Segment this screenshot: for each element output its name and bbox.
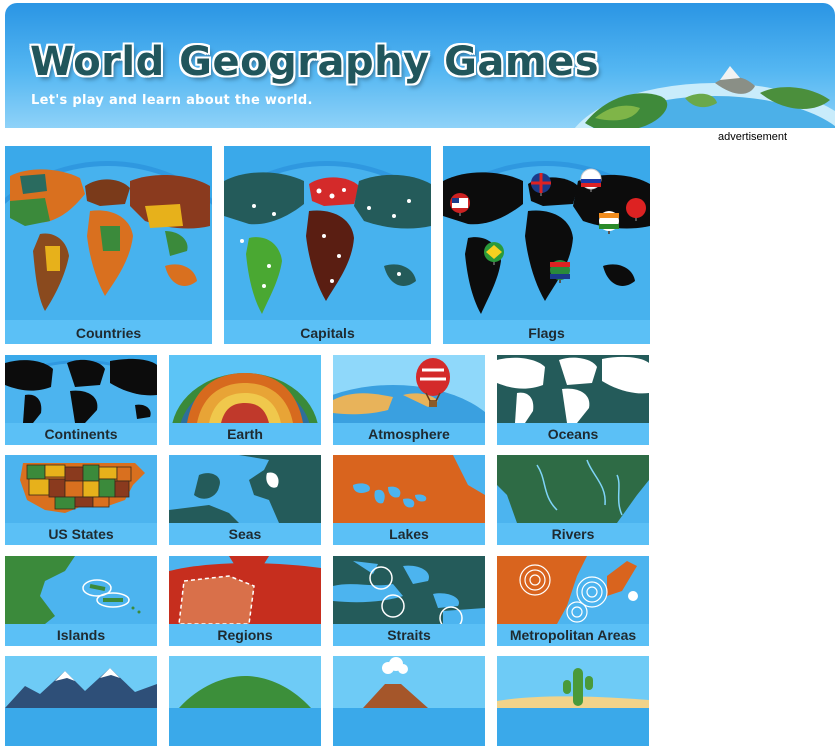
world-countries-map-icon [5,161,212,320]
continents-map-icon [5,358,157,423]
lakes-map-icon [333,455,485,523]
game-tile-countries[interactable]: Countries [5,146,212,344]
hills-icon [169,656,321,708]
us-states-map-icon [5,455,157,523]
site-title[interactable]: World Geography Games [30,39,599,85]
game-tile-lakes[interactable]: Lakes [333,455,485,545]
straits-map-icon [333,556,485,624]
game-tile-label: Countries [5,320,212,344]
game-tile-us-states[interactable]: US States [5,455,157,545]
game-tile-label: Regions [169,624,321,646]
game-tile-label: Atmosphere [333,423,485,445]
game-tile-mountains[interactable] [5,656,157,746]
game-tile-capitals[interactable]: Capitals [224,146,431,344]
world-flags-map-icon [443,161,650,320]
site-tagline: Let's play and learn about the world. [31,93,313,108]
regions-map-icon [169,556,321,624]
advertisement-label: advertisement [718,131,788,143]
game-tile-label: US States [5,523,157,545]
metropolitan-areas-map-icon [497,556,649,624]
game-tile-label: Oceans [497,423,649,445]
game-tile-oceans[interactable]: Oceans [497,355,649,445]
islands-map-icon [5,556,157,624]
game-tile-label: Rivers [497,523,649,545]
game-tile-islands[interactable]: Islands [5,556,157,646]
rivers-map-icon [497,455,649,523]
game-tile-seas[interactable]: Seas [169,455,321,545]
game-tile-label: Seas [169,523,321,545]
game-tile-volcano[interactable] [333,656,485,746]
game-tile-continents[interactable]: Continents [5,355,157,445]
game-tile-label: Continents [5,423,157,445]
game-tile-straits[interactable]: Straits [333,556,485,646]
game-tile-label: Capitals [224,320,431,344]
oceans-map-icon [497,355,649,423]
game-tile-label: Earth [169,423,321,445]
game-tile-regions[interactable]: Regions [169,556,321,646]
game-tile-flags[interactable]: Flags [443,146,650,344]
world-capitals-map-icon [224,161,431,320]
globe-illustration-icon [574,66,835,128]
game-tile-label: Islands [5,624,157,646]
mountains-icon [5,656,157,708]
header-banner: World Geography Games Let's play and lea… [5,3,835,128]
earth-layers-icon [169,355,321,423]
game-tile-label: Metropolitan Areas [497,624,649,646]
hot-air-balloon-icon [333,355,485,423]
seas-map-icon [169,455,321,523]
game-tile-hills[interactable] [169,656,321,746]
game-tile-rivers[interactable]: Rivers [497,455,649,545]
game-tile-label: Straits [333,624,485,646]
desert-cactus-icon [497,656,649,708]
game-tile-label: Lakes [333,523,485,545]
game-tile-desert[interactable] [497,656,649,746]
game-tile-label: Flags [443,320,650,344]
game-tile-earth[interactable]: Earth [169,355,321,445]
game-tile-metropolitan-areas[interactable]: Metropolitan Areas [497,556,649,646]
game-tile-atmosphere[interactable]: Atmosphere [333,355,485,445]
volcano-icon [333,656,485,708]
